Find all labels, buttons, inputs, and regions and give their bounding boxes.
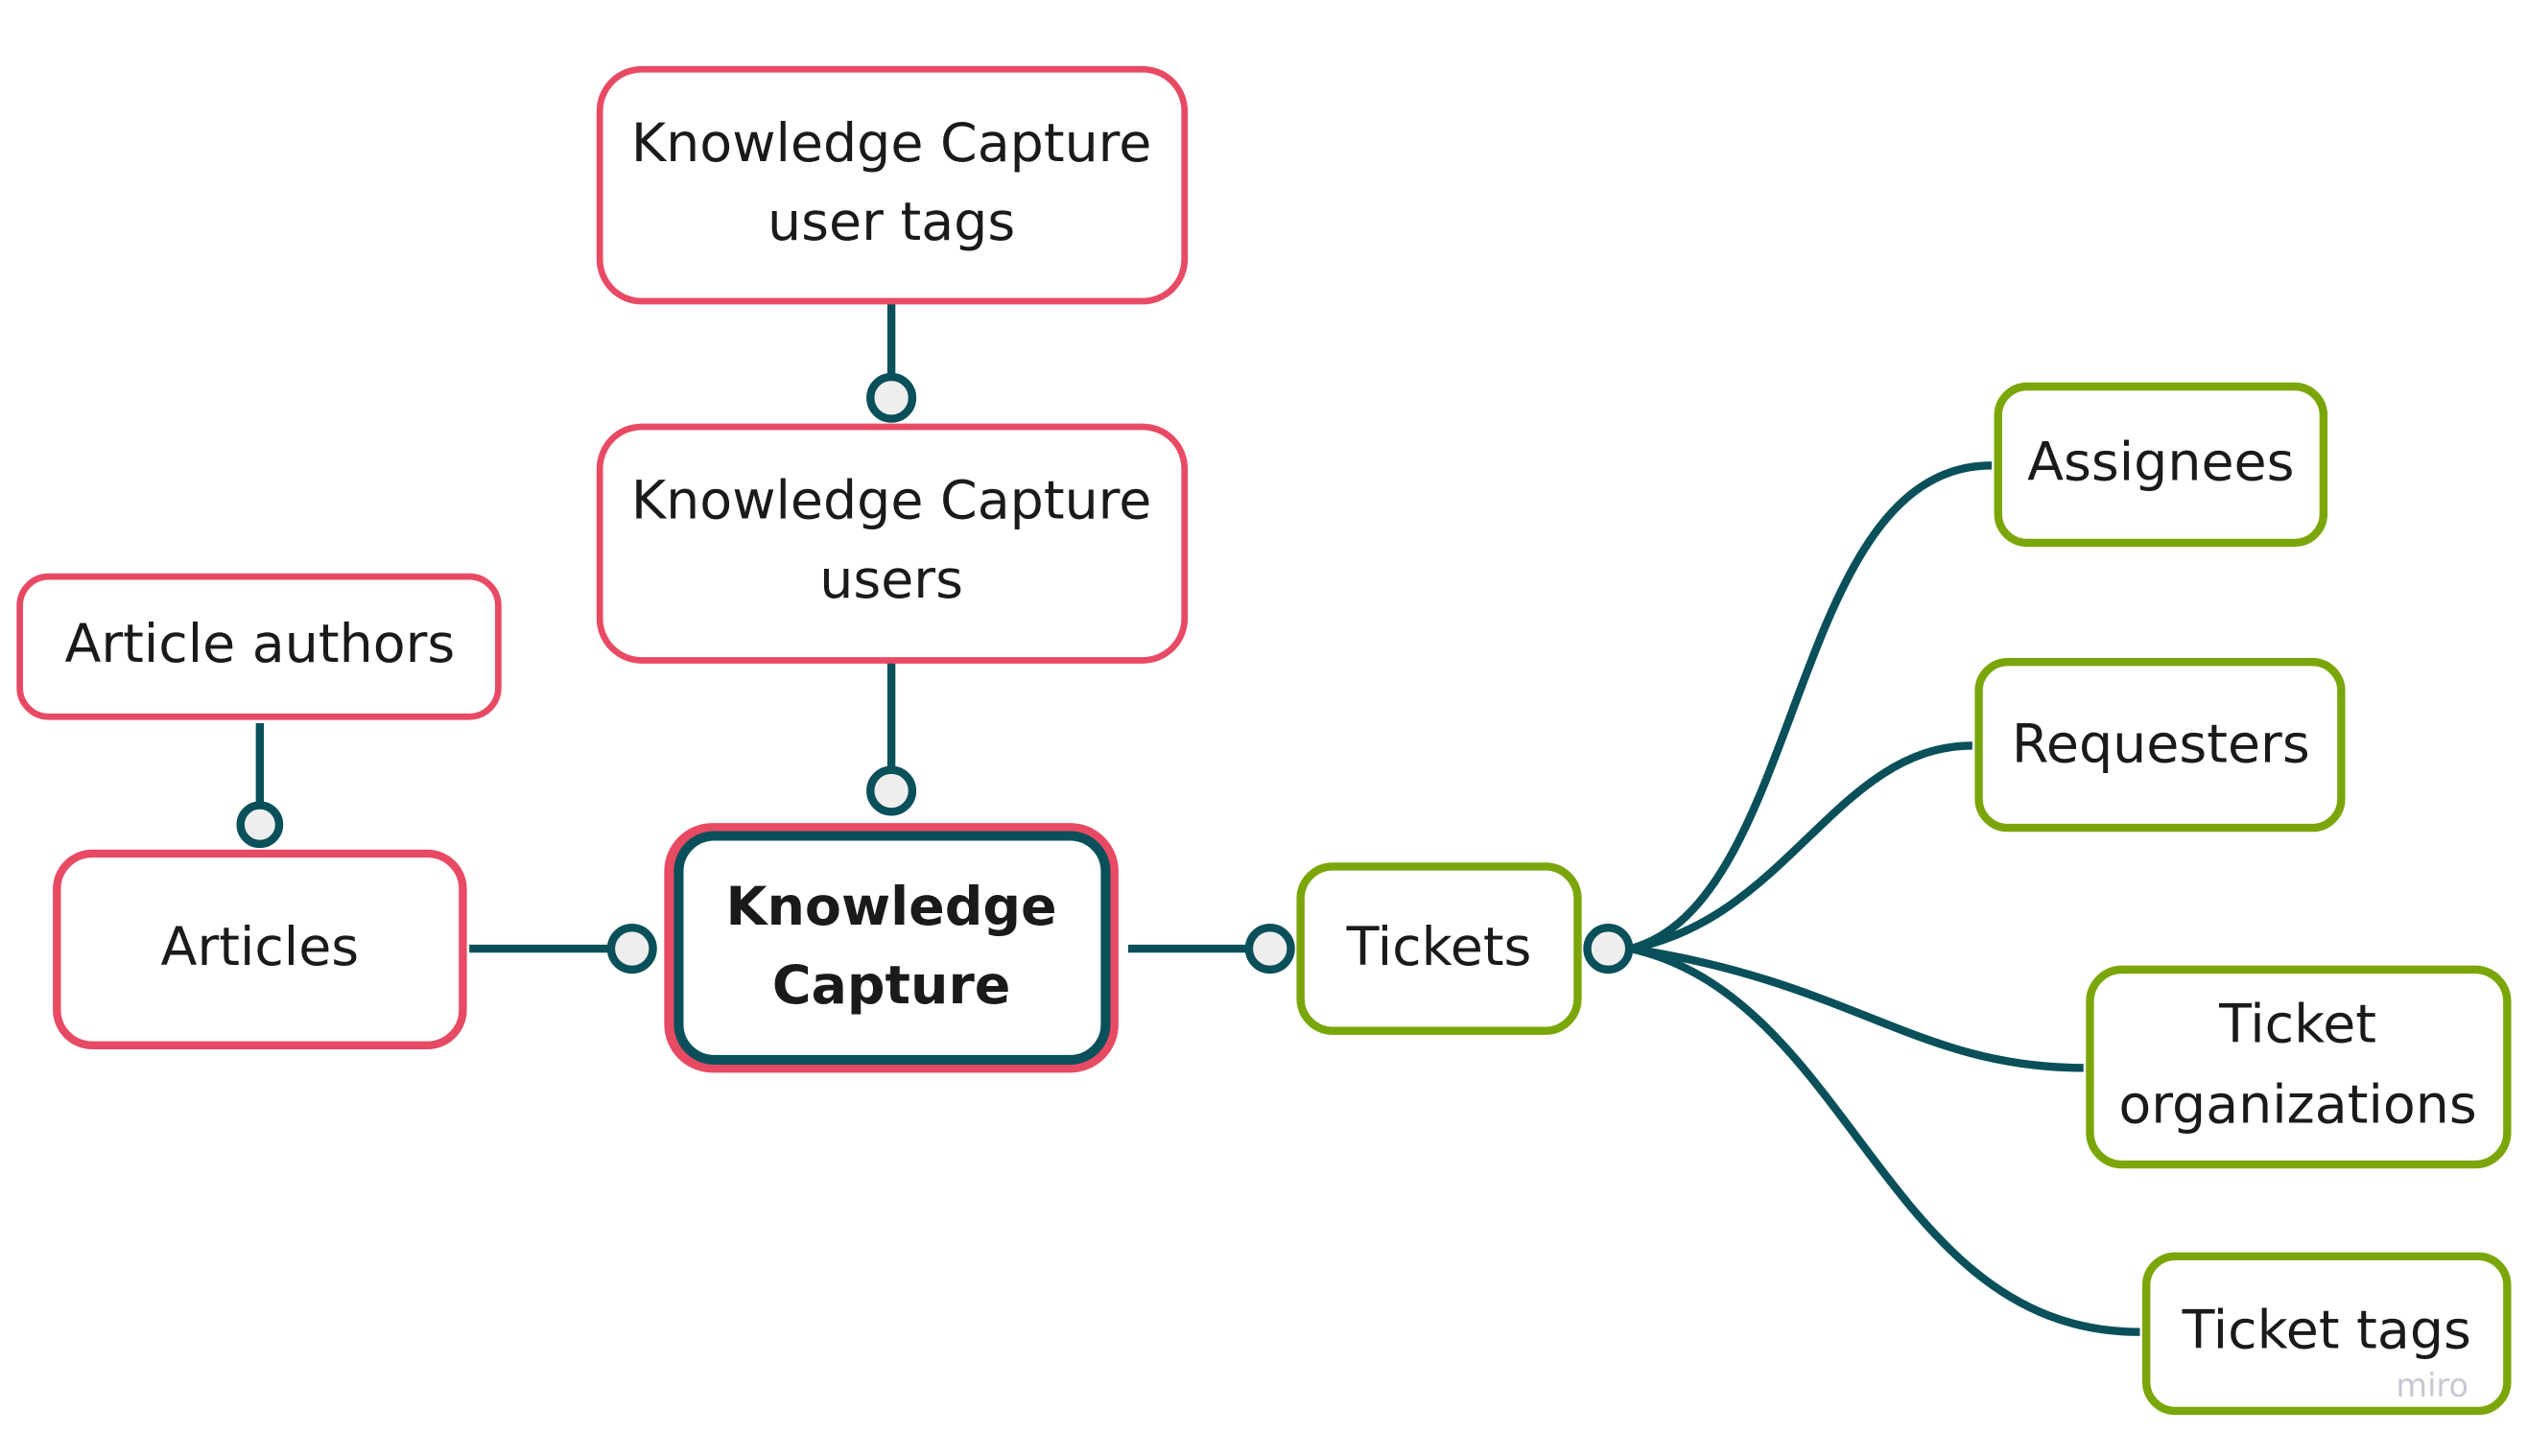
connection-dot[interactable] [866, 765, 917, 816]
miro-watermark: miro [2396, 1367, 2468, 1404]
node-central[interactable]: Knowledge Capture [664, 823, 1119, 1073]
node-kc-user-tags[interactable]: Knowledge Capture user tags [596, 65, 1189, 305]
mind-map: Knowledge Capture user tags Knowledge Ca… [16, 65, 2512, 1416]
node-label: Requesters [2012, 714, 2310, 775]
connection-dot[interactable] [1583, 924, 1634, 975]
node-kc-users[interactable]: Knowledge Capture users [596, 423, 1189, 664]
node-article-authors[interactable]: Article authors [16, 573, 502, 720]
node-label: user tags [768, 192, 1015, 253]
node-label: Knowledge [726, 877, 1057, 938]
connection-dot[interactable] [866, 372, 917, 423]
node-label: Ticket [2218, 994, 2376, 1055]
node-ticket-organizations[interactable]: Ticket organizations [2086, 965, 2512, 1169]
node-label: Tickets [1346, 917, 1532, 978]
node-tickets[interactable]: Tickets [1296, 862, 1582, 1035]
node-label: organizations [2118, 1074, 2476, 1136]
connection-dot[interactable] [606, 924, 657, 975]
node-label: Articles [161, 917, 360, 978]
connectors [255, 301, 2140, 1336]
node-articles[interactable]: Articles [53, 849, 467, 1050]
node-label: users [819, 550, 963, 611]
node-label: Capture [772, 955, 1011, 1017]
node-requesters[interactable]: Requesters [1974, 657, 2346, 833]
node-label: Assignees [2027, 432, 2294, 493]
connection-dot[interactable] [1244, 924, 1295, 975]
node-label: Knowledge Capture [631, 113, 1151, 175]
connection-dot[interactable] [236, 801, 284, 849]
node-label: Knowledge Capture [631, 471, 1151, 532]
connector [1630, 944, 2084, 1072]
node-label: Article authors [64, 614, 455, 675]
node-assignees[interactable]: Assignees [1994, 382, 2328, 548]
connector [1629, 944, 2140, 1336]
connector [1629, 461, 1993, 953]
node-label: Ticket tags [2182, 1300, 2471, 1361]
